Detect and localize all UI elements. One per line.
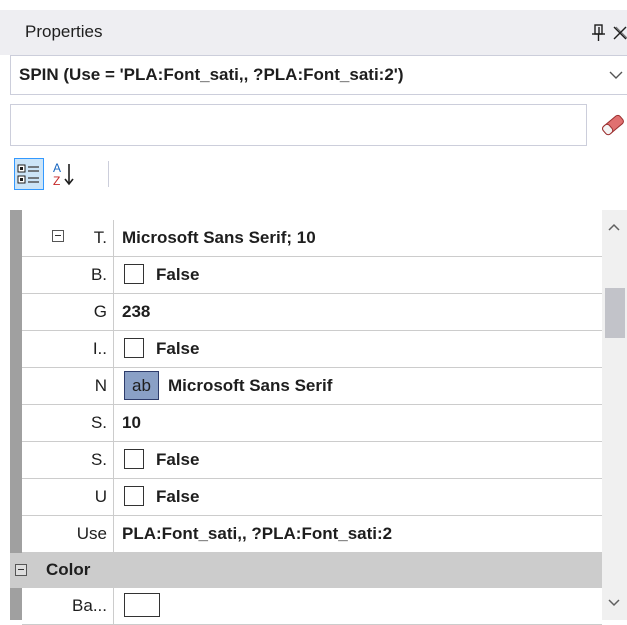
property-name-cell: I.. <box>22 331 114 367</box>
property-row-font[interactable]: T. Microsoft Sans Serif; 10 <box>22 220 602 257</box>
property-row-strikeout[interactable]: S. False <box>22 442 602 479</box>
categorized-view-icon <box>17 164 39 184</box>
scrollbar-thumb[interactable] <box>605 288 625 338</box>
property-name-cell: B. <box>22 257 114 293</box>
alphabetical-sort-icon: A Z <box>53 161 74 188</box>
property-row-bold[interactable]: B. False <box>22 257 602 294</box>
checkbox-icon[interactable] <box>124 449 144 469</box>
checkbox-icon[interactable] <box>124 338 144 358</box>
property-row-underline[interactable]: U False <box>22 479 602 516</box>
property-search-input[interactable] <box>10 104 587 146</box>
svg-text:Z: Z <box>53 174 60 188</box>
property-row-gdi-charset[interactable]: G 238 <box>22 294 602 331</box>
collapse-minus-icon[interactable] <box>52 230 64 242</box>
pin-icon[interactable] <box>590 23 608 43</box>
checkbox-icon[interactable] <box>124 264 144 284</box>
property-value[interactable]: Microsoft Sans Serif <box>168 376 332 396</box>
property-value[interactable]: PLA:Font_sati,, ?PLA:Font_sati:2 <box>122 524 392 544</box>
category-row-color[interactable]: Color <box>10 553 602 588</box>
properties-panel: Properties SPIN (Use = 'PLA:Font_sati,, … <box>0 0 627 625</box>
property-name: U <box>94 487 107 506</box>
collapse-minus-icon[interactable] <box>15 564 27 576</box>
property-name-cell: S. <box>22 405 114 441</box>
close-icon[interactable] <box>611 23 627 43</box>
property-value[interactable]: 10 <box>122 413 141 433</box>
chevron-up-icon[interactable] <box>607 222 621 232</box>
property-value[interactable]: 238 <box>122 302 150 322</box>
property-name: T. <box>93 228 107 247</box>
object-selector-dropdown[interactable]: SPIN (Use = 'PLA:Font_sati,, ?PLA:Font_s… <box>10 55 627 95</box>
property-name: S. <box>90 450 107 469</box>
category-label: Color <box>46 560 91 579</box>
property-row-size[interactable]: S. 10 <box>22 405 602 442</box>
property-row-use[interactable]: Use PLA:Font_sati,, ?PLA:Font_sati:2 <box>22 516 602 553</box>
toolbar-separator <box>108 161 109 187</box>
property-name-cell: S. <box>22 442 114 478</box>
property-value: False <box>156 450 200 469</box>
categorized-view-button[interactable] <box>14 158 44 190</box>
property-name: Ba... <box>72 596 107 615</box>
property-name-cell: U <box>22 479 114 515</box>
panel-title-bar: Properties <box>0 10 627 55</box>
color-swatch[interactable] <box>124 593 160 617</box>
property-value: False <box>156 487 200 506</box>
property-name-cell: G <box>22 294 114 330</box>
properties-toolbar: A Z <box>10 155 627 203</box>
property-value: False <box>156 339 200 358</box>
property-value: False <box>156 265 200 284</box>
property-name: I.. <box>92 339 107 358</box>
chevron-down-icon[interactable] <box>608 68 624 82</box>
property-name: B. <box>90 265 107 284</box>
property-name-cell: T. <box>22 220 114 256</box>
property-name: G <box>93 302 107 321</box>
property-name: N <box>94 376 107 395</box>
object-selector-value: SPIN (Use = 'PLA:Font_sati,, ?PLA:Font_s… <box>19 65 404 84</box>
vertical-scrollbar[interactable] <box>602 210 627 620</box>
eraser-icon[interactable] <box>600 113 626 137</box>
font-preview-box: ab <box>124 371 159 400</box>
property-name-cell: Ba... <box>22 588 114 624</box>
property-row-italic[interactable]: I.. False <box>22 331 602 368</box>
property-name: S. <box>90 413 107 432</box>
panel-title: Properties <box>25 22 103 41</box>
property-value[interactable]: Microsoft Sans Serif; 10 <box>122 228 316 248</box>
property-row-name[interactable]: N ab Microsoft Sans Serif <box>22 368 602 405</box>
chevron-down-icon[interactable] <box>607 598 621 608</box>
property-row-backcolor[interactable]: Ba... <box>22 588 602 625</box>
property-name-cell: Use <box>22 516 114 552</box>
checkbox-icon[interactable] <box>124 486 144 506</box>
alphabetical-sort-button[interactable]: A Z <box>50 158 80 190</box>
property-name: Use <box>76 524 107 543</box>
property-name-cell: N <box>22 368 114 404</box>
svg-text:A: A <box>53 161 61 175</box>
